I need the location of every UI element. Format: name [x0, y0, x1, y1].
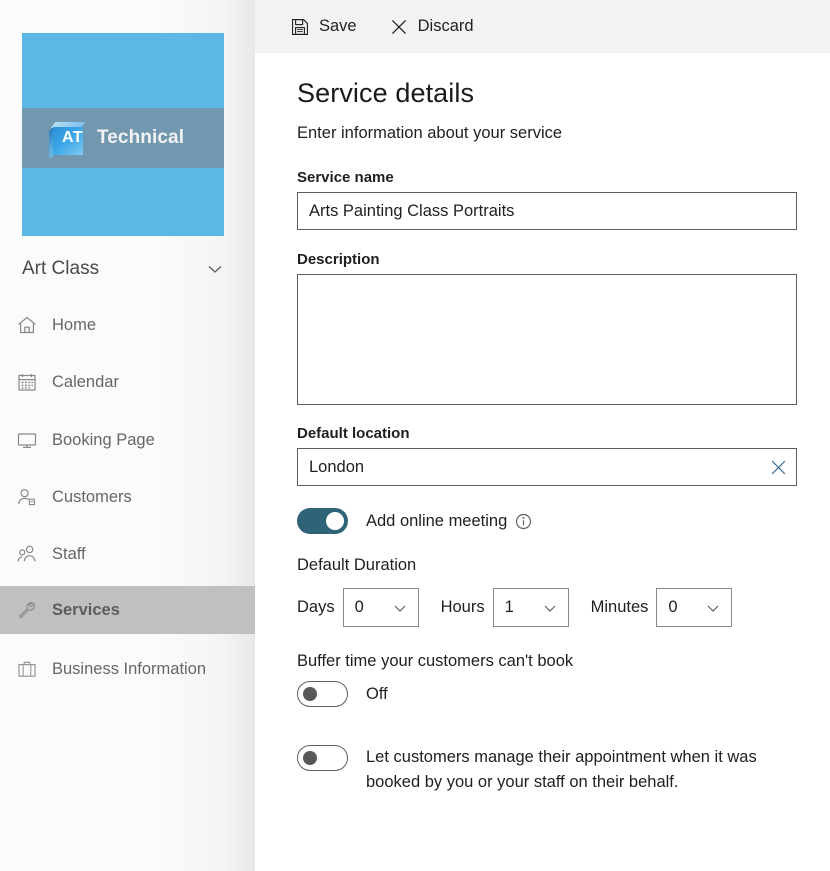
hours-label: Hours: [440, 598, 485, 616]
sidebar-item-label: Home: [52, 315, 97, 334]
page-title: Service details: [297, 78, 475, 108]
minutes-select[interactable]: 0: [656, 588, 733, 627]
sidebar-item-customers[interactable]: Customers: [0, 473, 255, 521]
sidebar-item-booking-page[interactable]: Booking Page: [0, 416, 255, 464]
page-subtitle: Enter information about your service: [297, 124, 563, 142]
info-circle-icon[interactable]: [515, 513, 532, 530]
buffer-time-state-label: Off: [366, 685, 388, 703]
online-meeting-row: Add online meeting: [297, 508, 797, 534]
sidebar-item-label: Services: [52, 600, 120, 619]
default-duration-label: Default Duration: [297, 556, 417, 574]
sidebar-item-label: Calendar: [52, 372, 119, 391]
description-field: Description: [297, 251, 797, 405]
chevron-down-icon: [391, 599, 409, 617]
minutes-label: Minutes: [590, 598, 649, 616]
description-label: Description: [297, 251, 380, 268]
manage-appointment-label: Let customers manage their appointment w…: [366, 748, 757, 791]
calendar-icon: [14, 369, 40, 395]
main-panel: Save Discard Service details Enter infor…: [255, 0, 830, 871]
sidebar-item-home[interactable]: Home: [0, 301, 255, 349]
days-value: 0: [354, 598, 364, 616]
save-button-label: Save: [319, 17, 357, 35]
sidebar-item-business-information[interactable]: Business Information: [0, 645, 255, 693]
org-name-label: Art Class: [22, 258, 100, 279]
monitor-icon: [14, 427, 40, 453]
briefcase-icon: [14, 656, 40, 682]
home-icon: [14, 312, 40, 338]
sidebar-item-label: Booking Page: [52, 430, 155, 449]
service-details-form: Service details Enter information about …: [255, 53, 830, 871]
sidebar-item-calendar[interactable]: Calendar: [0, 358, 255, 406]
wrench-icon: [14, 597, 40, 623]
staff-icon: [14, 541, 40, 567]
buffer-time-label: Buffer time your customers can't book: [297, 652, 574, 670]
logo-band: AT Technical: [22, 108, 224, 168]
close-x-icon: [389, 17, 409, 37]
manage-appointment-toggle[interactable]: [297, 745, 348, 771]
chevron-down-icon: [204, 258, 226, 280]
chevron-down-icon: [541, 599, 559, 617]
save-button[interactable]: Save: [290, 10, 357, 44]
default-duration-section: Default Duration Days 0 Hours 1 Minutes …: [297, 556, 797, 627]
business-logo-tile: AT Technical: [22, 33, 224, 236]
save-floppy-icon: [290, 17, 310, 37]
sidebar-item-label: Staff: [52, 544, 86, 563]
buffer-time-section: Buffer time your customers can't book Of…: [297, 652, 797, 707]
sidebar-item-label: Business Information: [52, 659, 207, 678]
hours-select[interactable]: 1: [492, 588, 569, 627]
online-meeting-toggle[interactable]: [297, 508, 348, 534]
buffer-time-toggle[interactable]: [297, 681, 348, 707]
customer-icon: [14, 484, 40, 510]
service-name-field: Service name: [297, 169, 797, 230]
command-toolbar: Save Discard: [255, 0, 830, 53]
hours-value: 1: [504, 598, 514, 616]
duration-controls: Days 0 Hours 1 Minutes 0: [297, 588, 797, 627]
online-meeting-label: Add online meeting: [366, 512, 508, 530]
default-location-input[interactable]: [297, 448, 797, 486]
default-location-field: Default location: [297, 425, 797, 486]
booking-service-details-page: AT Technical Art Class Home Calendar Boo…: [0, 0, 830, 871]
default-location-label: Default location: [297, 425, 410, 442]
online-meeting-label-wrap: Add online meeting: [366, 508, 532, 534]
org-selector[interactable]: Art Class: [0, 249, 236, 289]
days-label: Days: [297, 598, 335, 616]
sidebar: AT Technical Art Class Home Calendar Boo…: [0, 0, 255, 871]
sidebar-item-label: Customers: [52, 487, 132, 506]
days-select[interactable]: 0: [342, 588, 419, 627]
description-textarea[interactable]: [297, 274, 797, 405]
discard-button-label: Discard: [417, 17, 474, 35]
discard-button[interactable]: Discard: [389, 10, 474, 44]
logo-brand-text: Technical: [96, 127, 185, 148]
clear-x-icon[interactable]: [760, 449, 796, 485]
service-name-input[interactable]: [297, 192, 797, 230]
buffer-time-row: Off: [297, 681, 797, 707]
chevron-down-icon: [704, 599, 722, 617]
service-name-label: Service name: [297, 169, 394, 186]
minutes-value: 0: [668, 598, 678, 616]
sidebar-item-staff[interactable]: Staff: [0, 530, 255, 578]
logo-cube-text: AT: [62, 129, 83, 146]
manage-appointment-row: Let customers manage their appointment w…: [297, 745, 797, 795]
sidebar-item-services[interactable]: Services: [0, 586, 255, 634]
